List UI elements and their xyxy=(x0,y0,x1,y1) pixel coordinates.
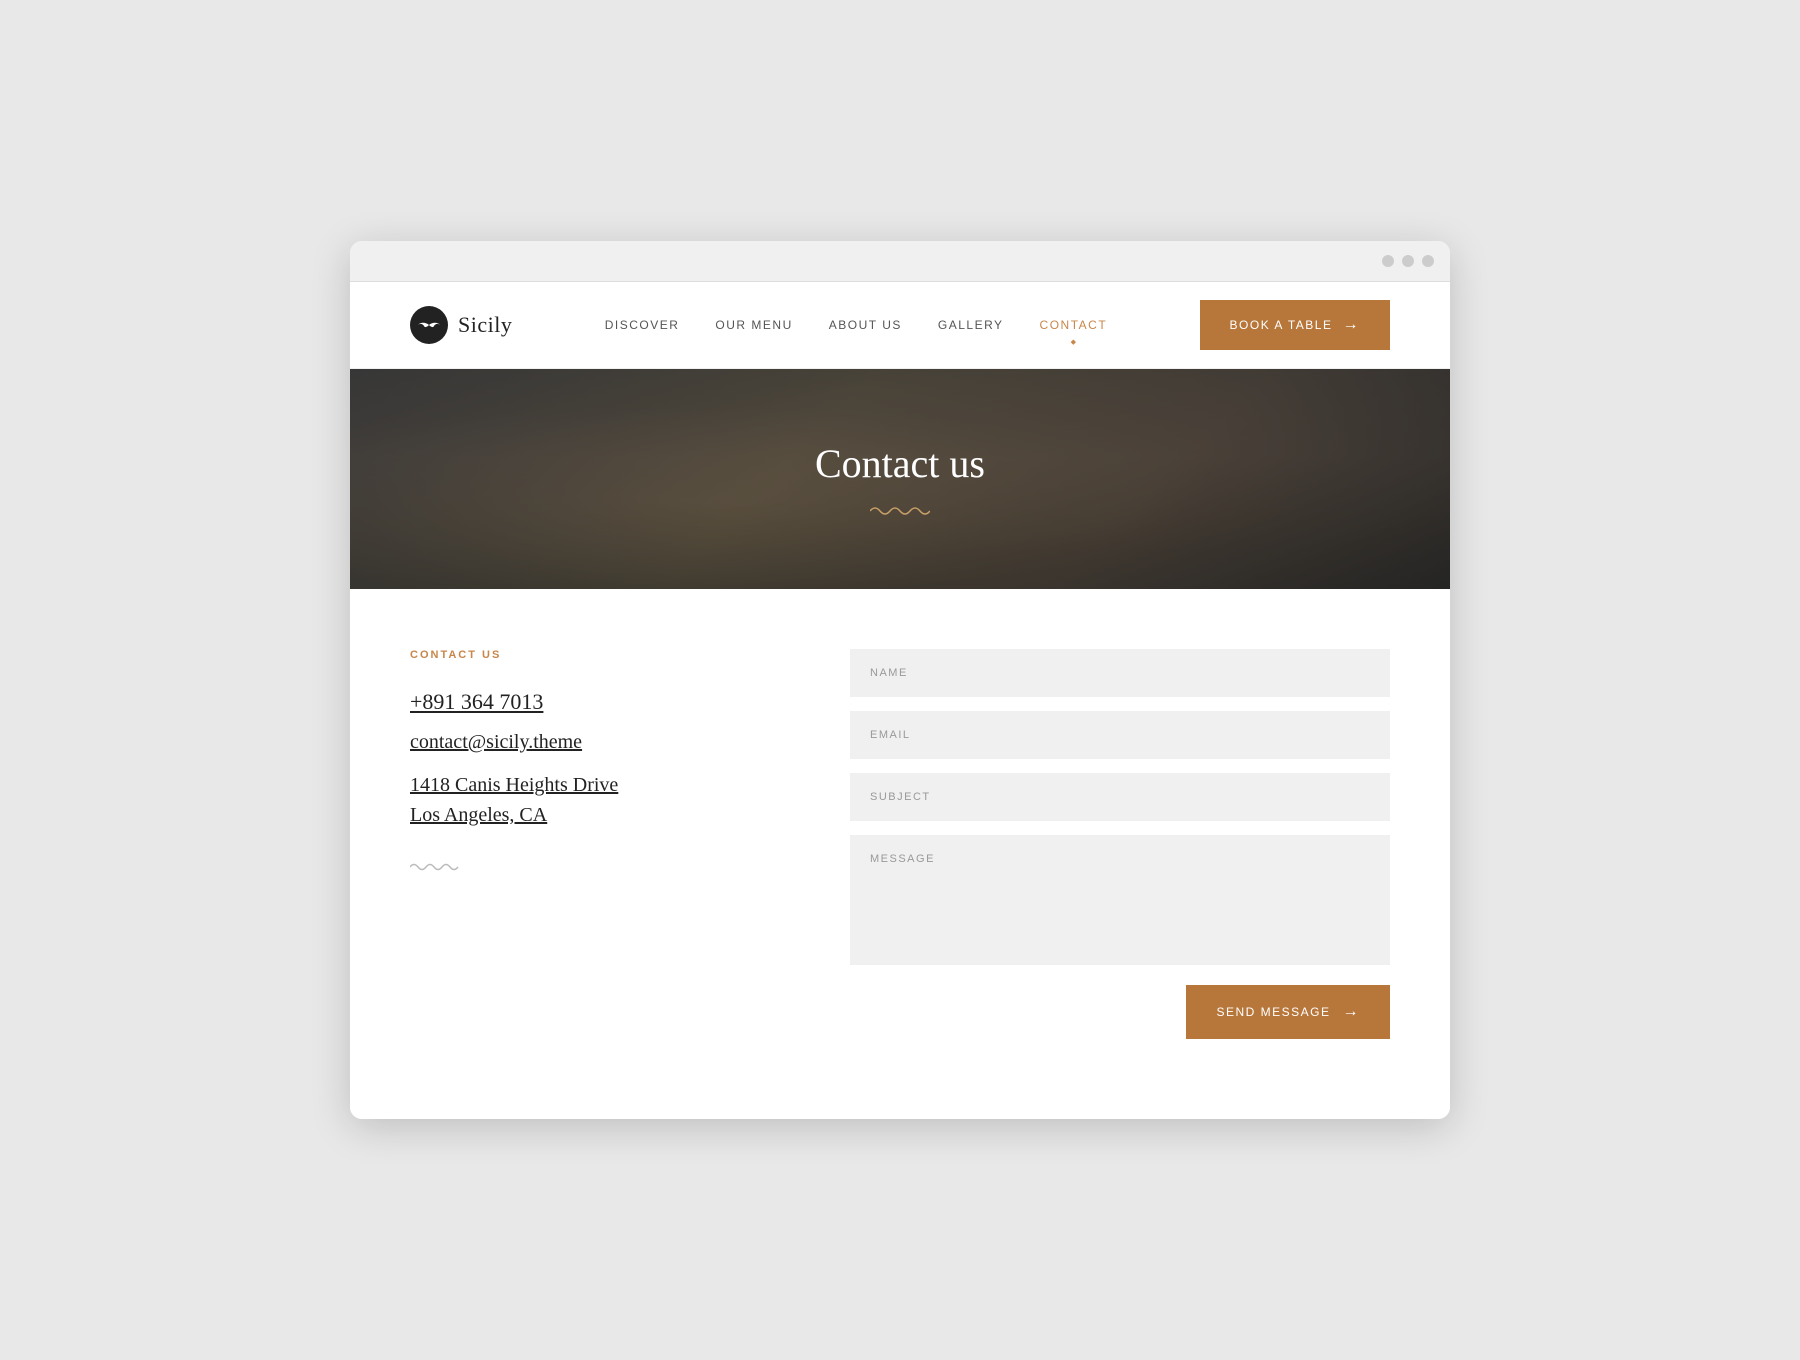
hero-content: Contact us xyxy=(815,440,985,519)
contact-address-line2: Los Angeles, CA xyxy=(410,804,547,826)
contact-wave-decoration xyxy=(410,860,790,879)
nav-item-discover[interactable]: DISCOVER xyxy=(605,316,680,334)
book-table-arrow: → xyxy=(1342,316,1360,334)
send-message-label: SEND MESSAGE xyxy=(1216,1005,1330,1019)
browser-window: Sicily DISCOVER OUR MENU ABOUT US GALLER… xyxy=(350,241,1450,1119)
contact-address[interactable]: 1418 Canis Heights Drive Los Angeles, CA xyxy=(410,770,790,830)
contact-email[interactable]: contact@sicily.theme xyxy=(410,731,790,754)
nav-links: DISCOVER OUR MENU ABOUT US GALLERY CONTA… xyxy=(605,316,1107,334)
nav-link-ourmenu[interactable]: OUR MENU xyxy=(715,318,792,332)
nav-link-discover[interactable]: DISCOVER xyxy=(605,318,680,332)
browser-dot-2 xyxy=(1402,255,1414,267)
nav-link-contact[interactable]: CONTACT xyxy=(1040,318,1108,332)
hero-section: Contact us xyxy=(350,369,1450,589)
browser-dot-3 xyxy=(1422,255,1434,267)
logo-text: Sicily xyxy=(458,312,512,338)
main-content: CONTACT US +891 364 7013 contact@sicily.… xyxy=(350,589,1450,1119)
contact-address-line1: 1418 Canis Heights Drive xyxy=(410,774,618,796)
contact-info-label: CONTACT US xyxy=(410,649,790,661)
wave-small-icon xyxy=(410,860,460,874)
contact-info-section: CONTACT US +891 364 7013 contact@sicily.… xyxy=(410,649,790,1039)
name-input[interactable] xyxy=(850,649,1390,697)
wave-icon xyxy=(870,503,930,519)
message-input[interactable] xyxy=(850,835,1390,965)
mustache-icon xyxy=(418,318,440,332)
contact-form: SEND MESSAGE → xyxy=(850,649,1390,1039)
book-table-label: BOOK A TABLE xyxy=(1230,318,1333,332)
nav-item-aboutus[interactable]: ABOUT US xyxy=(829,316,902,334)
send-message-arrow: → xyxy=(1343,1003,1361,1021)
logo-icon xyxy=(410,306,448,344)
browser-chrome xyxy=(350,241,1450,282)
subject-input[interactable] xyxy=(850,773,1390,821)
logo[interactable]: Sicily xyxy=(410,306,512,344)
email-input[interactable] xyxy=(850,711,1390,759)
nav-item-ourmenu[interactable]: OUR MENU xyxy=(715,316,792,334)
nav-link-aboutus[interactable]: ABOUT US xyxy=(829,318,902,332)
send-message-button[interactable]: SEND MESSAGE → xyxy=(1186,985,1390,1039)
nav-link-gallery[interactable]: GALLERY xyxy=(938,318,1004,332)
navbar: Sicily DISCOVER OUR MENU ABOUT US GALLER… xyxy=(350,282,1450,369)
hero-title: Contact us xyxy=(815,440,985,487)
contact-phone[interactable]: +891 364 7013 xyxy=(410,689,790,715)
book-table-button[interactable]: BOOK A TABLE → xyxy=(1200,300,1390,350)
browser-dots xyxy=(1382,255,1434,267)
hero-wave-decoration xyxy=(815,503,985,519)
nav-item-gallery[interactable]: GALLERY xyxy=(938,316,1004,334)
browser-dot-1 xyxy=(1382,255,1394,267)
nav-item-contact[interactable]: CONTACT xyxy=(1040,316,1108,334)
